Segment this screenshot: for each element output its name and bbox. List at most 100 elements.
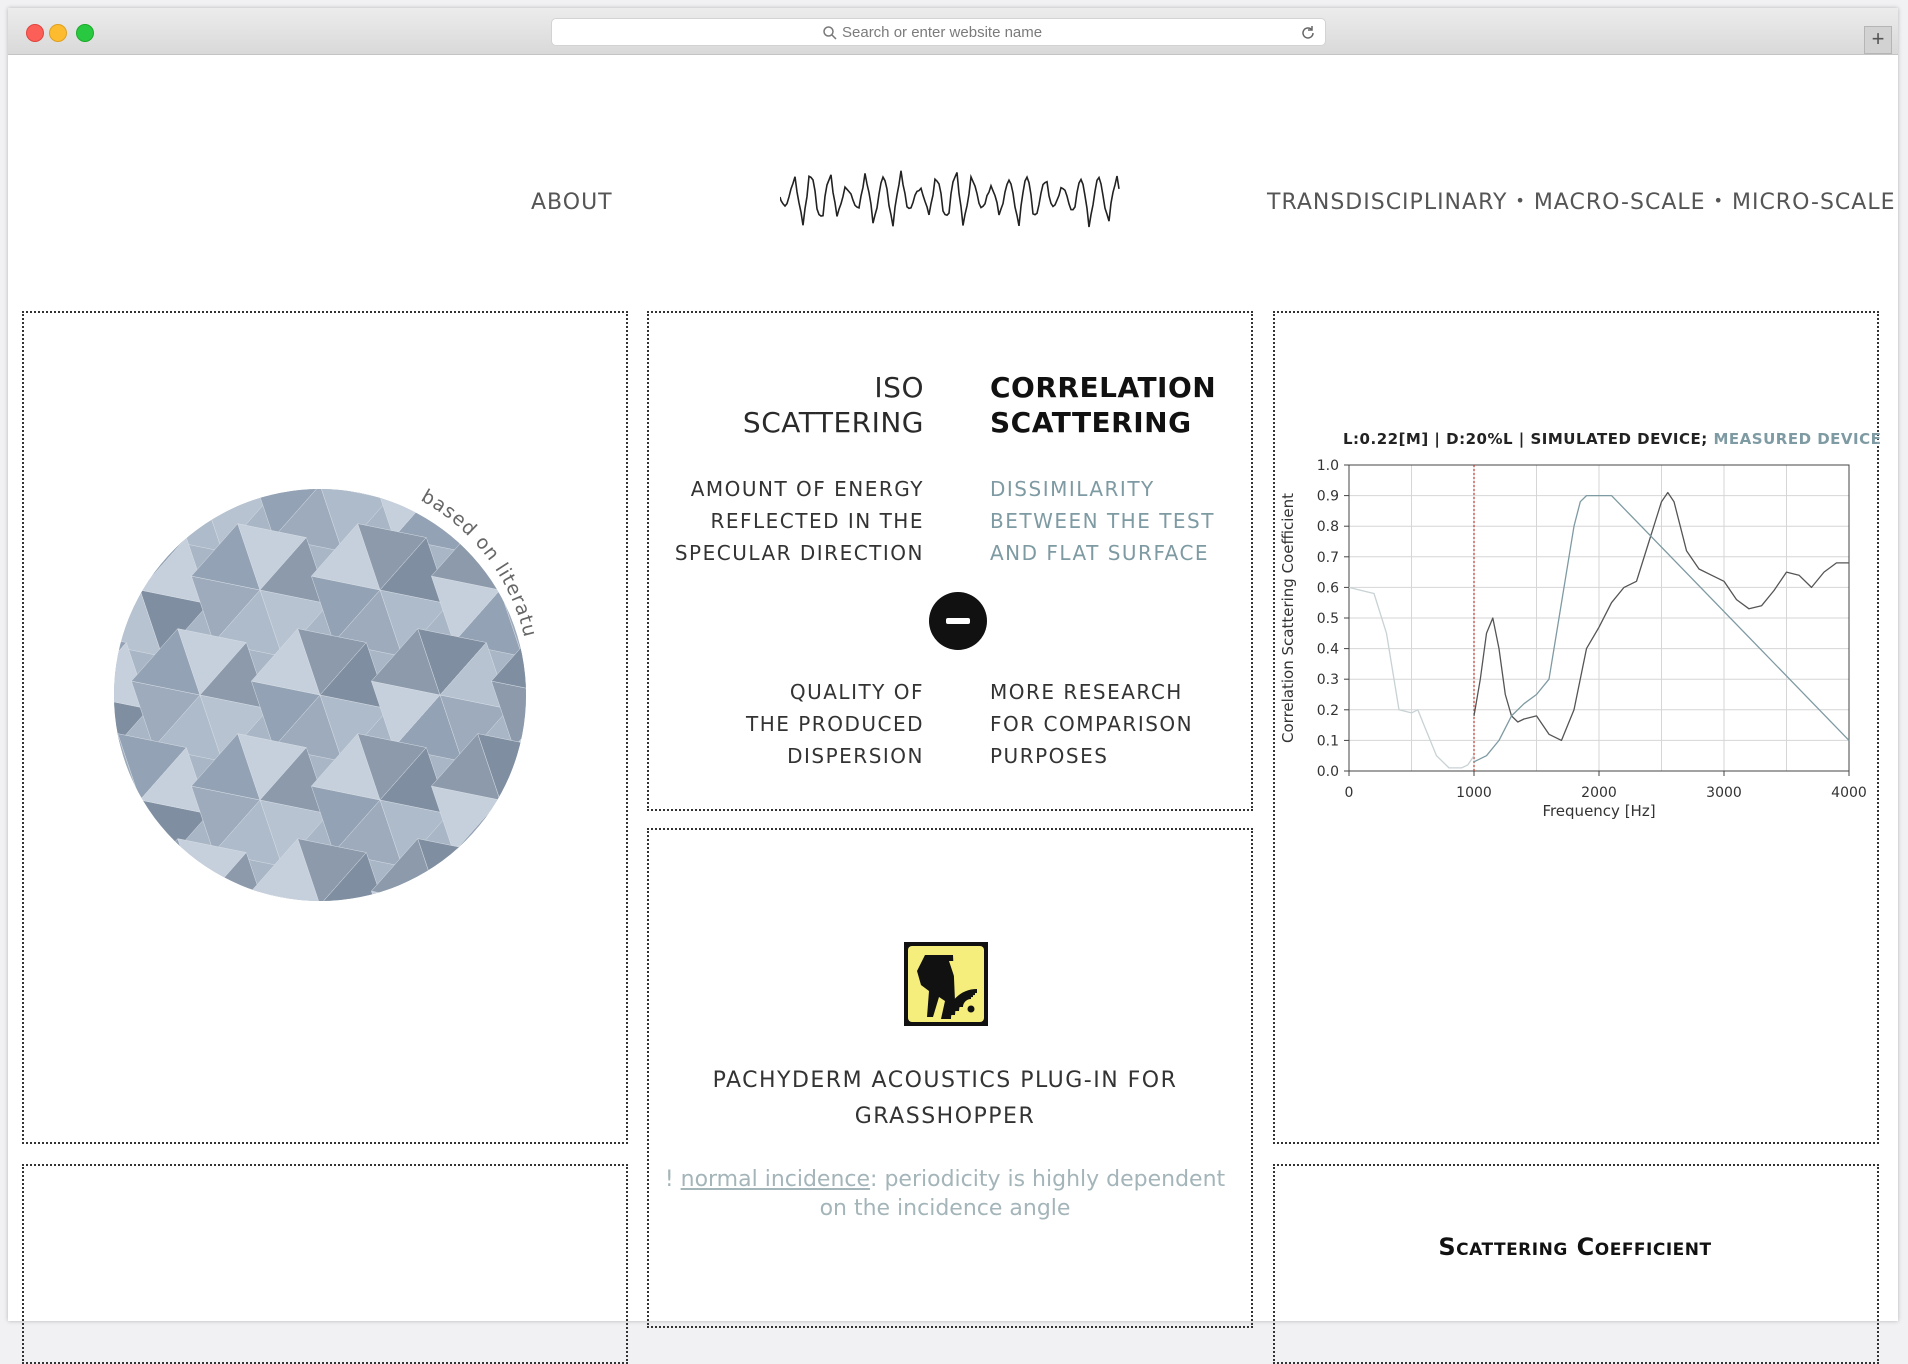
plugin-title-line: PACHYDERM ACOUSTICS PLUG-IN FOR xyxy=(712,1068,1178,1093)
text-line: MORE RESEARCH xyxy=(990,680,1183,704)
nav-macro-scale[interactable]: MACRO-SCALE xyxy=(1534,190,1706,215)
title-bar: Search or enter website name + xyxy=(8,8,1898,55)
facet-triangle xyxy=(491,470,560,485)
nav-about-link[interactable]: ABOUT xyxy=(531,190,613,215)
facet-triangle xyxy=(100,485,102,551)
y-tick-label: 0.5 xyxy=(1317,611,1339,627)
text-line: FOR COMPARISON xyxy=(990,712,1194,736)
y-tick-label: 0.2 xyxy=(1317,703,1339,719)
facet-triangle xyxy=(417,838,487,901)
reload-icon[interactable] xyxy=(1299,24,1317,42)
iso-quality: QUALITY OF THE PRODUCED DISPERSION xyxy=(660,676,924,772)
nav-separator: • xyxy=(1713,191,1724,210)
plugin-title: PACHYDERM ACOUSTICS PLUG-IN FOR GRASSHOP… xyxy=(660,1063,1230,1135)
faceted-surface-image: based on literature xyxy=(100,470,560,910)
heading-line: ISO xyxy=(874,371,924,404)
facet-triangle xyxy=(439,489,509,500)
facet-triangle xyxy=(100,905,102,910)
collapse-minus-button[interactable] xyxy=(929,592,987,650)
facet-triangle xyxy=(178,470,247,485)
facet-triangle xyxy=(131,890,201,901)
nav-micro-scale[interactable]: MICRO-SCALE xyxy=(1732,190,1896,215)
y-tick-label: 0.9 xyxy=(1317,489,1339,505)
text-line: DISSIMILARITY xyxy=(990,477,1155,501)
facet-triangle xyxy=(439,852,509,901)
close-window-button[interactable] xyxy=(26,24,44,42)
facet-triangle xyxy=(114,838,127,901)
facet-triangle xyxy=(274,905,343,910)
normal-incidence-link[interactable]: normal incidence xyxy=(681,1167,870,1192)
top-nav: TRANSDISCIPLINARY • MACRO-SCALE • MICRO-SCAL… xyxy=(1267,190,1896,215)
text-line: QUALITY OF xyxy=(789,680,924,704)
y-tick-label: 0.6 xyxy=(1317,580,1339,596)
x-tick-label: 0 xyxy=(1345,785,1354,801)
facet-triangle xyxy=(538,470,560,485)
y-tick-label: 0.4 xyxy=(1317,642,1339,658)
facet-triangle xyxy=(114,852,149,901)
text-line: DISPERSION xyxy=(787,744,924,768)
facet-triangle xyxy=(320,905,389,910)
y-tick-label: 0.8 xyxy=(1317,519,1339,535)
facet-triangle xyxy=(154,905,223,910)
facet-triangle xyxy=(491,489,526,538)
zoom-window-button[interactable] xyxy=(76,24,94,42)
facet-triangle xyxy=(251,470,320,485)
chart-title-simulated: SIMULATED DEVICE xyxy=(1530,430,1702,448)
x-tick-label: 3000 xyxy=(1706,785,1742,801)
text-line: AMOUNT OF ENERGY xyxy=(690,477,924,501)
correlation-quality: MORE RESEARCH FOR COMPARISON PURPOSES xyxy=(990,676,1240,772)
chart-title: L:0.22[M] | D:20%L | SIMULATED DEVICE; M… xyxy=(1343,430,1881,448)
minimize-window-button[interactable] xyxy=(49,24,67,42)
nav-transdisciplinary[interactable]: TRANSDISCIPLINARY xyxy=(1267,190,1507,215)
y-tick-label: 0.3 xyxy=(1317,672,1339,688)
address-placeholder: Search or enter website name xyxy=(842,24,1043,41)
correlation-definition: DISSIMILARITY BETWEEN THE TEST AND FLAT … xyxy=(990,473,1240,569)
y-tick-label: 0.7 xyxy=(1317,550,1339,566)
facet-triangle xyxy=(551,524,560,590)
plugin-title-line: GRASSHOPPER xyxy=(854,1104,1036,1129)
heading-line: SCATTERING xyxy=(990,406,1192,439)
nav-separator: • xyxy=(1515,191,1526,210)
y-tick-label: 0.1 xyxy=(1317,733,1339,749)
facet-triangle xyxy=(440,905,509,910)
x-tick-label: 4000 xyxy=(1831,785,1867,801)
new-tab-button[interactable]: + xyxy=(1864,26,1892,54)
facet-triangle xyxy=(199,489,269,500)
note-text: on the incidence angle xyxy=(819,1196,1071,1221)
bottom-left-panel xyxy=(22,1164,628,1364)
scattering-chart: 0.0 0.1 0.2 0.3 0.4 0.5 0.6 0.7 0.8 0.9 1.0 0 1000 20… xyxy=(1279,458,1867,820)
facet-triangle xyxy=(418,470,487,485)
facet-triangle xyxy=(491,890,526,901)
search-icon xyxy=(823,26,837,40)
facet-triangle xyxy=(114,489,149,500)
text-line: SPECULAR DIRECTION xyxy=(674,541,924,565)
waveform-logo-icon[interactable] xyxy=(780,165,1120,230)
pachyderm-elephant-icon[interactable] xyxy=(903,941,989,1027)
iso-definition: AMOUNT OF ENERGY REFLECTED IN THE SPECUL… xyxy=(660,473,924,569)
facet-triangle xyxy=(394,905,463,910)
facet-triangle xyxy=(298,470,367,485)
note-text: : periodicity is highly dependent xyxy=(870,1167,1226,1192)
text-line: THE PRODUCED xyxy=(746,712,924,736)
text-line: PURPOSES xyxy=(990,744,1109,768)
address-bar[interactable]: Search or enter website name xyxy=(551,18,1326,46)
y-axis-label: Correlation Scattering Coefficient xyxy=(1279,493,1297,743)
scattering-coefficient-panel xyxy=(1273,1164,1879,1364)
facet-triangle xyxy=(114,785,141,853)
x-tick-label: 1000 xyxy=(1456,785,1492,801)
y-tick-label: 0.0 xyxy=(1317,764,1339,780)
facet-triangle xyxy=(499,799,526,867)
facet-triangle xyxy=(371,890,441,901)
facet-triangle xyxy=(114,523,141,591)
facet-triangle xyxy=(114,489,150,552)
facet-triangle xyxy=(200,905,269,910)
chart-title-main: L:0.22[M] | D:20%L | xyxy=(1343,430,1531,448)
facet-triangle xyxy=(490,838,526,901)
facet-triangle xyxy=(514,905,560,910)
facet-triangle xyxy=(551,576,560,642)
chart-title-measured: MEASURED DEVICE xyxy=(1713,430,1882,448)
incidence-note: ! normal incidence: periodicity is highl… xyxy=(660,1165,1230,1223)
text-line: BETWEEN THE TEST xyxy=(990,509,1215,533)
scattering-coefficient-title: Scattering Coefficient xyxy=(1438,1233,1712,1261)
text-line: AND FLAT SURFACE xyxy=(990,541,1210,565)
